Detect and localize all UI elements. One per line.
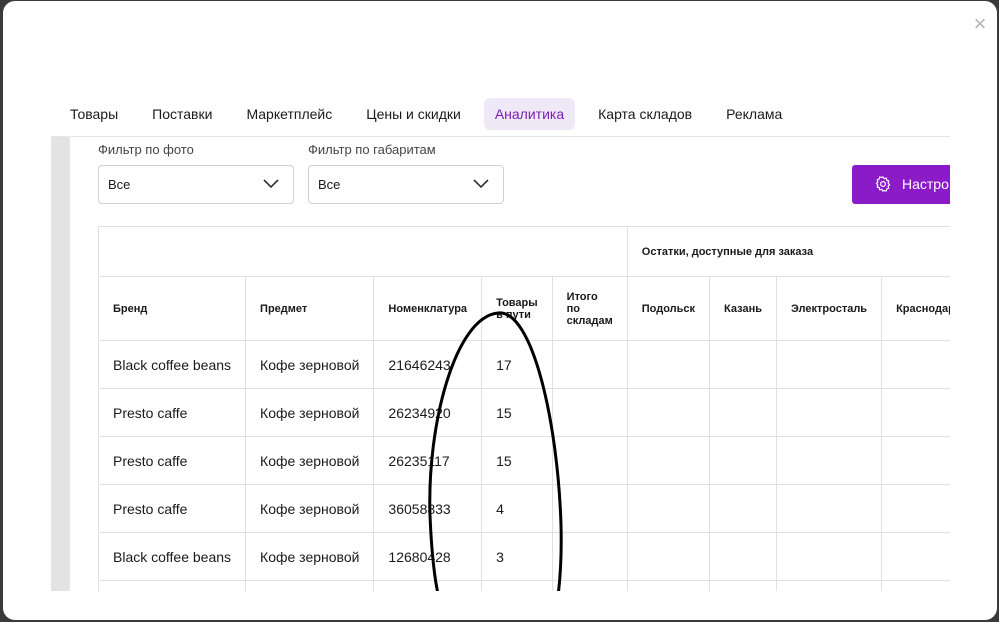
- modal-dialog: × Товары Поставки Маркетплейс Цены и ски…: [3, 1, 997, 620]
- cell-in-transit: 15: [481, 388, 553, 437]
- dimensions-filter-value: Все: [318, 177, 341, 192]
- cell-brand: [97, 580, 247, 591]
- table-body: Black coffee beans Кофе зерновой 21646243 1…: [97, 340, 950, 591]
- cell-nomenclature: [373, 580, 483, 591]
- cell-krasnodar: [881, 532, 950, 581]
- tab-marketplace[interactable]: Маркетплейс: [229, 98, 349, 130]
- cell-podolsk: [626, 388, 711, 437]
- tab-warehouse-map[interactable]: Карта складов: [581, 98, 709, 130]
- table-row[interactable]: Presto caffe Кофе зерновой 26235117 15: [97, 436, 950, 485]
- cell-in-transit: 15: [481, 436, 553, 485]
- column-header-nomenclature[interactable]: Номенклатура: [373, 276, 483, 341]
- column-header-subject[interactable]: Предмет: [245, 276, 375, 341]
- column-header-elektrostal[interactable]: Электросталь: [775, 276, 883, 341]
- cell-podolsk: [626, 484, 711, 533]
- cell-total: [551, 388, 628, 437]
- tab-advertising[interactable]: Реклама: [709, 98, 799, 130]
- analytics-panel: Фильтр по фото Все Фильтр по габаритам В…: [51, 136, 950, 591]
- cell-krasnodar: [881, 484, 950, 533]
- column-header-in-transit[interactable]: Товары в пути: [481, 276, 553, 341]
- chevron-down-icon: [263, 179, 279, 189]
- column-header-total[interactable]: Итого по складам: [551, 276, 628, 341]
- stock-table-container: Остатки, доступные для заказа Бренд Пред…: [97, 226, 950, 591]
- scroll-strip: [51, 137, 70, 591]
- photo-filter-value: Все: [108, 177, 131, 192]
- cell-krasnodar: [881, 436, 950, 485]
- cell-total: [551, 580, 628, 591]
- settings-button-label: Настро: [902, 176, 949, 192]
- cell-subject: Кофе зерновой: [245, 388, 375, 437]
- table-group-header-row: Остатки, доступные для заказа: [98, 226, 950, 277]
- cell-podolsk: [626, 532, 711, 581]
- close-icon[interactable]: ×: [969, 13, 991, 35]
- cell-elektrostal: [775, 532, 883, 581]
- cell-kazan: [709, 580, 777, 591]
- cell-podolsk: [626, 340, 711, 389]
- table-group-header: Остатки, доступные для заказа: [626, 226, 950, 277]
- column-header-krasnodar[interactable]: Краснодар: [881, 276, 950, 341]
- cell-podolsk: [626, 580, 711, 591]
- cell-in-transit: 17: [481, 340, 553, 389]
- table-row[interactable]: Presto caffe Кофе зерновой 36058833 4: [97, 484, 950, 533]
- cell-nomenclature: 26235117: [373, 436, 483, 485]
- cell-krasnodar: [881, 580, 950, 591]
- dimensions-filter-label: Фильтр по габаритам: [308, 142, 436, 157]
- table-row[interactable]: [97, 580, 950, 591]
- cell-kazan: [709, 388, 777, 437]
- cell-podolsk: [626, 436, 711, 485]
- cell-subject: Кофе зерновой: [245, 532, 375, 581]
- stock-table: Остатки, доступные для заказа Бренд Пред…: [97, 226, 950, 591]
- tab-analytics[interactable]: Аналитика: [483, 98, 576, 130]
- cell-elektrostal: [775, 484, 883, 533]
- cell-total: [551, 484, 628, 533]
- cell-elektrostal: [775, 388, 883, 437]
- cell-kazan: [709, 340, 777, 389]
- cell-total: [551, 532, 628, 581]
- table-group-header-empty: [98, 226, 628, 277]
- cell-krasnodar: [881, 388, 950, 437]
- cell-elektrostal: [775, 340, 883, 389]
- cell-brand: Black coffee beans: [97, 532, 247, 581]
- photo-filter-label: Фильтр по фото: [98, 142, 194, 157]
- photo-filter-select[interactable]: Все: [98, 165, 294, 204]
- cell-in-transit: 4: [481, 484, 553, 533]
- cell-nomenclature: 12680428: [373, 532, 483, 581]
- column-header-podolsk[interactable]: Подольск: [626, 276, 711, 341]
- cell-nomenclature: 21646243: [373, 340, 483, 389]
- cell-total: [551, 340, 628, 389]
- cell-elektrostal: [775, 580, 883, 591]
- cell-brand: Black coffee beans: [97, 340, 247, 389]
- table-header-row: Бренд Предмет Номенклатура Товары в пути…: [97, 276, 950, 341]
- cell-brand: Presto caffe: [97, 436, 247, 485]
- column-header-kazan[interactable]: Казань: [709, 276, 777, 341]
- tab-supplies[interactable]: Поставки: [135, 98, 229, 130]
- cell-kazan: [709, 484, 777, 533]
- cell-elektrostal: [775, 436, 883, 485]
- cell-nomenclature: 36058833: [373, 484, 483, 533]
- tab-products[interactable]: Товары: [70, 98, 135, 130]
- table-row[interactable]: Presto caffe Кофе зерновой 26234920 15: [97, 388, 950, 437]
- cell-kazan: [709, 436, 777, 485]
- cell-brand: Presto caffe: [97, 484, 247, 533]
- tab-prices-discounts[interactable]: Цены и скидки: [349, 98, 478, 130]
- dimensions-filter-select[interactable]: Все: [308, 165, 504, 204]
- cell-kazan: [709, 532, 777, 581]
- settings-button[interactable]: Настро: [852, 165, 950, 204]
- cell-subject: [245, 580, 375, 591]
- cell-in-transit: 3: [481, 532, 553, 581]
- tab-bar: Товары Поставки Маркетплейс Цены и скидк…: [70, 98, 799, 130]
- cell-nomenclature: 26234920: [373, 388, 483, 437]
- chevron-down-icon: [473, 179, 489, 189]
- cell-subject: Кофе зерновой: [245, 484, 375, 533]
- cell-subject: Кофе зерновой: [245, 436, 375, 485]
- cell-subject: Кофе зерновой: [245, 340, 375, 389]
- cell-total: [551, 436, 628, 485]
- column-header-brand[interactable]: Бренд: [97, 276, 247, 341]
- table-row[interactable]: Black coffee beans Кофе зерновой 21646243 1…: [97, 340, 950, 389]
- gear-icon: [875, 176, 891, 192]
- table-row[interactable]: Black coffee beans Кофе зерновой 12680428 3: [97, 532, 950, 581]
- cell-brand: Presto caffe: [97, 388, 247, 437]
- cell-in-transit: [481, 580, 553, 591]
- cell-krasnodar: [881, 340, 950, 389]
